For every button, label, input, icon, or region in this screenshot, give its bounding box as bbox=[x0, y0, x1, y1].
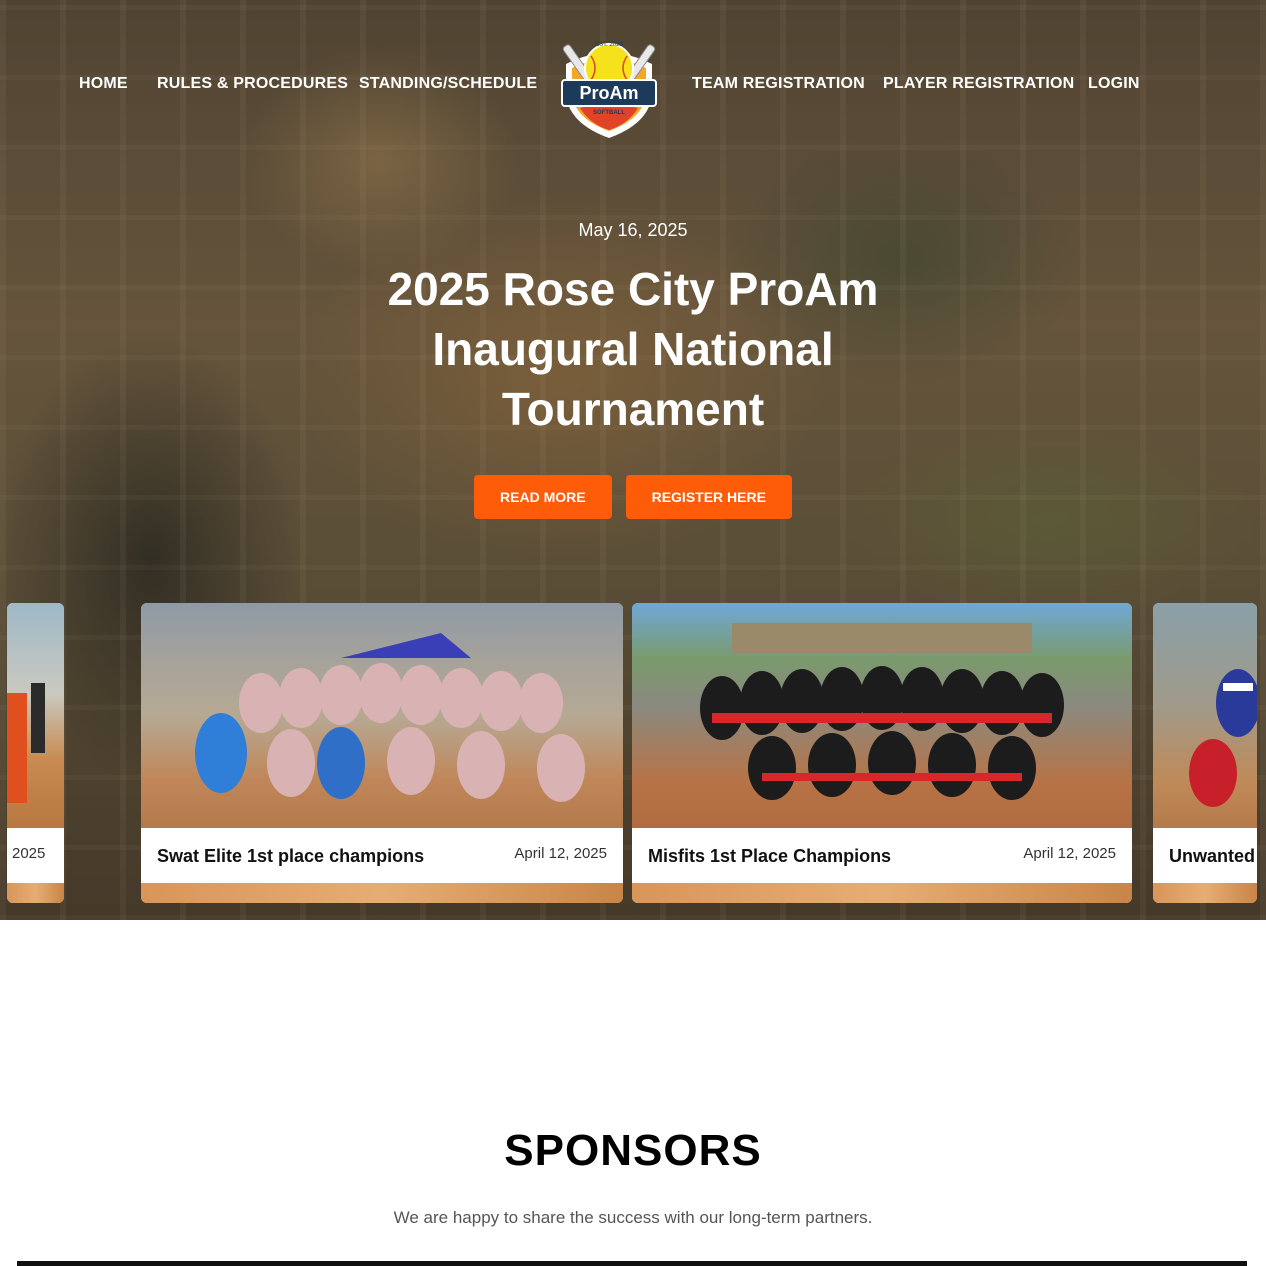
card-title[interactable]: Swat Elite 1st place champions bbox=[157, 846, 424, 867]
card-photo bbox=[141, 603, 623, 828]
proam-softball-logo[interactable]: EST. 2023 ProAm SOFTBALL bbox=[558, 34, 660, 140]
hero-content: May 16, 2025 2025 Rose City ProAm Inaugu… bbox=[0, 220, 1266, 519]
news-slider: 2025 Swat Elite 1st place champions Apri… bbox=[0, 603, 1266, 903]
sponsors-heading: SPONSORS bbox=[504, 1126, 762, 1175]
logo-est-text: EST. 2023 bbox=[595, 42, 623, 48]
sponsors-subtitle: We are happy to share the success with o… bbox=[393, 1208, 873, 1227]
nav-standing-schedule[interactable]: STANDING/SCHEDULE bbox=[359, 75, 537, 93]
nav-team-registration[interactable]: TEAM REGISTRATION bbox=[692, 75, 865, 93]
card-date: 2025 bbox=[12, 845, 46, 862]
nav-login[interactable]: LOGIN bbox=[1088, 75, 1140, 93]
card-footer: Swat Elite 1st place champions April 12,… bbox=[141, 828, 623, 883]
card-photo bbox=[7, 603, 64, 828]
card-date: April 12, 2025 bbox=[514, 845, 607, 862]
card-photo bbox=[1153, 603, 1257, 828]
logo-wordmark: ProAm bbox=[579, 83, 638, 103]
card-footer: Unwanted bbox=[1153, 828, 1257, 883]
news-card[interactable]: Unwanted bbox=[1153, 603, 1257, 903]
logo-banner-text: SOFTBALL bbox=[593, 110, 625, 116]
card-footer: 2025 bbox=[7, 828, 64, 883]
nav-home[interactable]: HOME bbox=[79, 75, 128, 93]
register-here-button[interactable]: REGISTER HERE bbox=[625, 475, 792, 519]
card-photo bbox=[632, 603, 1132, 828]
news-card[interactable]: Misfits 1st Place Champions April 12, 20… bbox=[632, 603, 1132, 903]
hero-title: 2025 Rose City ProAm Inaugural National … bbox=[387, 263, 879, 435]
hero-date: May 16, 2025 bbox=[578, 220, 688, 240]
card-title[interactable]: Unwanted bbox=[1169, 846, 1255, 867]
card-date: April 12, 2025 bbox=[1023, 845, 1116, 862]
news-card[interactable]: Swat Elite 1st place champions April 12,… bbox=[141, 603, 623, 903]
read-more-button[interactable]: READ MORE bbox=[474, 475, 612, 519]
card-title[interactable]: Misfits 1st Place Champions bbox=[648, 846, 891, 867]
card-footer: Misfits 1st Place Champions April 12, 20… bbox=[632, 828, 1132, 883]
sponsors-banner-edge bbox=[17, 1261, 1247, 1266]
hero-buttons: READ MORE REGISTER HERE bbox=[0, 475, 1266, 519]
nav-rules-procedures[interactable]: RULES & PROCEDURES bbox=[157, 75, 348, 93]
nav-player-registration[interactable]: PLAYER REGISTRATION bbox=[883, 75, 1074, 93]
main-navigation: HOME RULES & PROCEDURES STANDING/SCHEDUL… bbox=[0, 0, 1266, 170]
news-card[interactable]: 2025 bbox=[7, 603, 64, 903]
